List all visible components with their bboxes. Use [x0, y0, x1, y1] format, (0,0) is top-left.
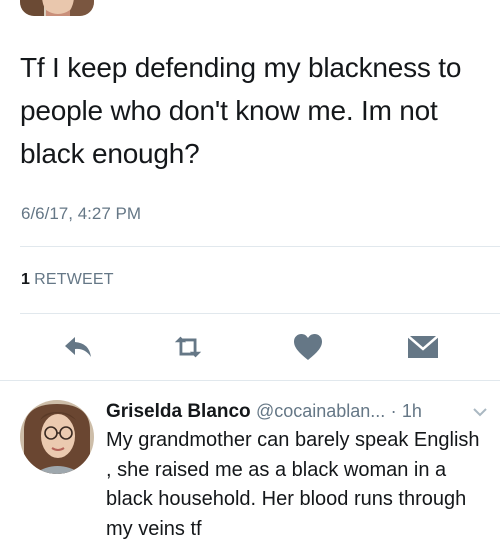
retweet-count: 1: [21, 271, 31, 288]
retweet-stats[interactable]: 1 RETWEET: [21, 271, 114, 289]
reply-button[interactable]: [62, 332, 94, 362]
tweet-text: Tf I keep defending my blackness to peop…: [20, 52, 462, 169]
direct-message-button[interactable]: [407, 332, 439, 362]
divider: [20, 313, 500, 314]
tweet-timestamp[interactable]: 6/6/17, 4:27 PM: [21, 204, 141, 224]
reply-time[interactable]: 1h: [402, 401, 422, 421]
divider: [0, 380, 500, 381]
author-avatar[interactable]: [20, 0, 94, 16]
retweet-icon: [174, 336, 202, 358]
reply-author-avatar[interactable]: [20, 400, 94, 474]
reply-separator-dot: ·: [390, 401, 397, 421]
divider: [20, 246, 500, 247]
reply-author-name[interactable]: Griselda Blanco: [106, 401, 251, 422]
dm-icon: [407, 335, 439, 358]
like-button[interactable]: [292, 332, 324, 362]
reply-author-handle[interactable]: @cocainablan...: [256, 401, 385, 421]
retweet-label: RETWEET: [34, 271, 114, 288]
retweet-button[interactable]: [172, 332, 204, 362]
like-icon: [294, 334, 322, 360]
reply-header: Griselda Blanco @cocainablan... · 1h: [106, 399, 496, 424]
chevron-down-icon: [473, 408, 487, 417]
reply-icon: [65, 337, 91, 357]
tweet-detail-page: Tf I keep defending my blackness to peop…: [0, 0, 500, 543]
reply-menu-button[interactable]: [472, 405, 488, 417]
reply-text: My grandmother can barely speak English …: [106, 429, 480, 540]
tweet-actions-bar: [0, 332, 500, 362]
